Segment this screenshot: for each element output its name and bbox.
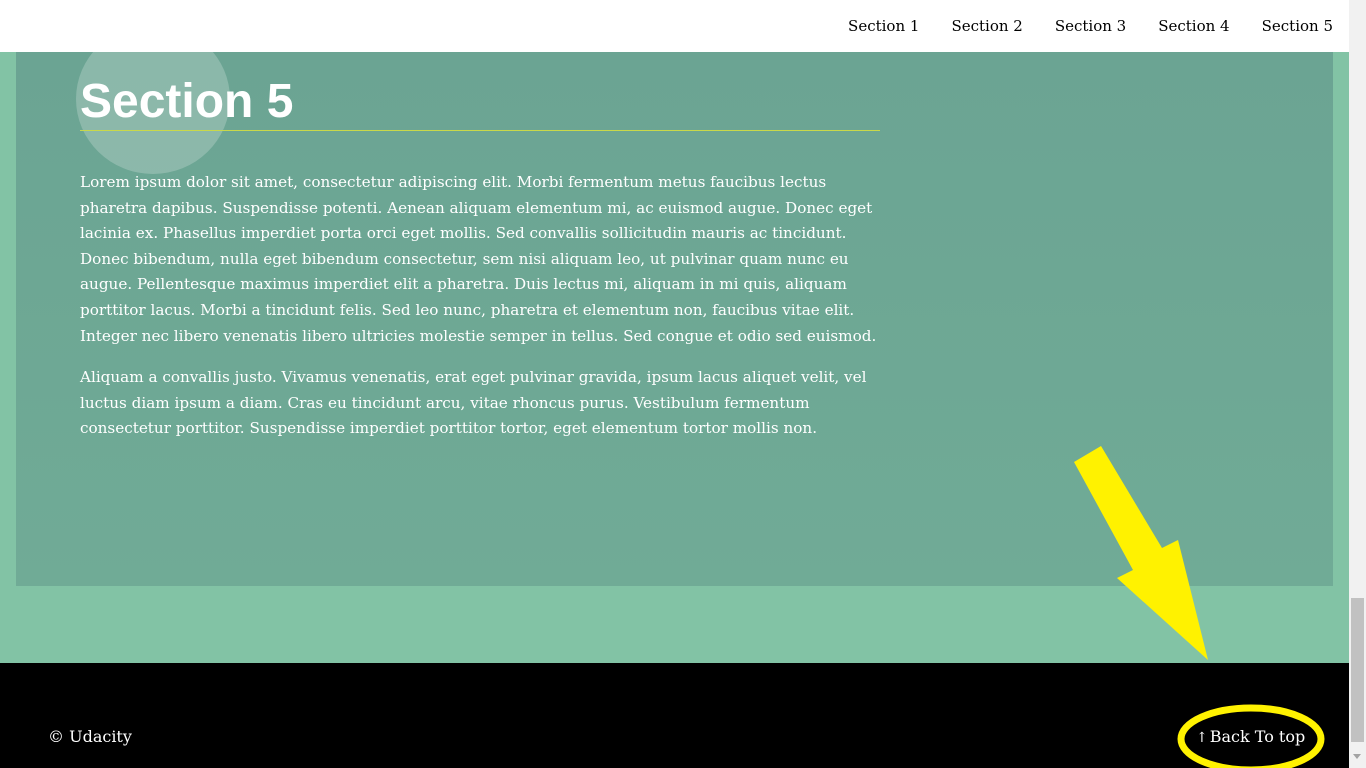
nav-item-section-3[interactable]: Section 3 (1055, 17, 1126, 35)
footer: © Udacity ↑ Back To top (0, 663, 1349, 768)
back-to-top-link[interactable]: ↑ Back To top (1196, 727, 1305, 746)
section-paragraph-2: Aliquam a convallis justo. Vivamus venen… (80, 368, 867, 438)
section-body: Lorem ipsum dolor sit amet, consectetur … (80, 170, 886, 458)
nav-item-section-1[interactable]: Section 1 (848, 17, 919, 35)
nav-item-section-5[interactable]: Section 5 (1262, 17, 1333, 35)
title-divider (80, 130, 880, 131)
scroll-down-arrow-icon[interactable] (1353, 754, 1361, 759)
navbar: Section 1 Section 2 Section 3 Section 4 … (0, 0, 1349, 52)
section-paragraph-1: Lorem ipsum dolor sit amet, consectetur … (80, 173, 877, 345)
nav-menu: Section 1 Section 2 Section 3 Section 4 … (816, 0, 1333, 52)
page-viewport: Section 1 Section 2 Section 3 Section 4 … (0, 0, 1349, 768)
section-5-panel: Section 5 Lorem ipsum dolor sit amet, co… (16, 24, 1333, 586)
section-title: Section 5 (80, 75, 294, 128)
nav-item-section-2[interactable]: Section 2 (951, 17, 1022, 35)
arrow-up-icon: ↑ (1196, 730, 1208, 746)
copyright-text: © Udacity (48, 727, 132, 746)
nav-item-section-4[interactable]: Section 4 (1158, 17, 1229, 35)
vertical-scrollbar[interactable] (1349, 0, 1366, 768)
scrollbar-thumb[interactable] (1351, 598, 1364, 742)
back-to-top-label: Back To top (1209, 727, 1306, 746)
